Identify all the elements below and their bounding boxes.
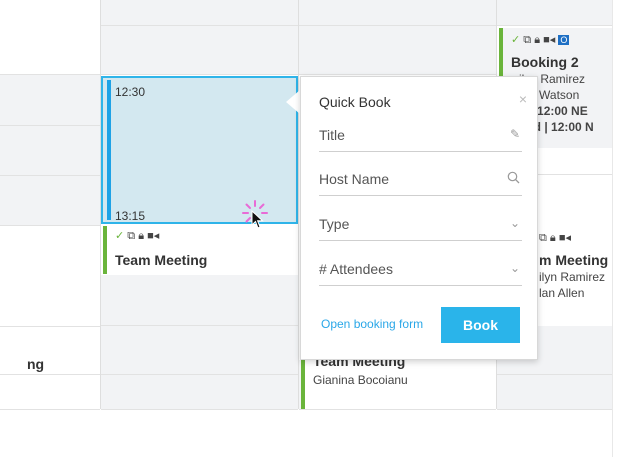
event-detail-line: lan Allen: [539, 286, 585, 300]
grid-line: [0, 125, 100, 126]
event-icons: ✓ ⧉ 🔒︎ ■◂ O: [511, 33, 570, 47]
popover-arrow: [286, 90, 300, 114]
host-name-placeholder: Host Name: [319, 171, 390, 187]
lock-icon: 🔒︎: [138, 230, 145, 242]
attendees-select[interactable]: # Attendees ⌄: [319, 255, 522, 286]
close-icon[interactable]: ×: [519, 91, 527, 107]
title-placeholder: Title: [319, 127, 345, 143]
title-field[interactable]: Title ✎: [319, 121, 522, 152]
grid-line: [0, 175, 100, 176]
video-icon: ■◂: [147, 230, 160, 242]
selection-accent-bar: [107, 80, 111, 220]
event-icons: ⧉ 🔒︎ ■◂: [539, 231, 571, 245]
quick-book-popover: Quick Book × Title ✎ Host Name Type ⌄ # …: [300, 76, 538, 360]
grid-line: [0, 374, 100, 375]
type-select[interactable]: Type ⌄: [319, 210, 522, 241]
chevron-down-icon: ⌄: [509, 216, 520, 230]
grid-cell[interactable]: [299, 0, 496, 26]
event-detail-line: ilyn Ramirez: [539, 270, 606, 284]
grid-cell[interactable]: [0, 327, 100, 410]
event-title: Team Meeting: [115, 252, 208, 268]
event-icons: ✓ ⧉ 🔒︎ ■◂: [115, 229, 159, 243]
video-icon: ■◂: [558, 232, 572, 244]
mouse-pointer-icon: [251, 210, 264, 229]
grid-cell[interactable]: [101, 375, 298, 410]
selection-end-time: 13:15: [115, 209, 146, 223]
grid-cell[interactable]: [101, 326, 298, 375]
video-icon: ■◂: [543, 34, 556, 46]
duplicate-icon: ⧉: [523, 34, 532, 46]
selection-start-time: 12:30: [115, 85, 146, 99]
grid-cell[interactable]: [101, 275, 298, 326]
grid-cell[interactable]: [101, 0, 298, 26]
duplicate-icon: ⧉: [539, 232, 547, 244]
open-booking-form-link[interactable]: Open booking form: [321, 317, 423, 331]
book-button[interactable]: Book: [441, 307, 520, 343]
right-edge: [612, 0, 629, 457]
event-status-bar: [103, 226, 107, 274]
grid-cell[interactable]: [299, 26, 496, 75]
grid-cell[interactable]: [0, 226, 100, 327]
column-divider: [298, 0, 299, 409]
grid-cell[interactable]: [0, 75, 100, 226]
host-name-field[interactable]: Host Name: [319, 165, 522, 196]
type-placeholder: Type: [319, 216, 350, 232]
duplicate-icon: ⧉: [127, 230, 136, 242]
event-detail-line: Gianina Bocoianu: [313, 373, 408, 387]
pencil-icon: ✎: [509, 127, 520, 141]
check-icon: ✓: [511, 34, 521, 46]
event-team-meeting[interactable]: ✓ ⧉ 🔒︎ ■◂ Team Meeting: [103, 226, 298, 274]
partial-event-label[interactable]: ng: [27, 356, 44, 372]
popover-title: Quick Book: [319, 94, 391, 110]
event-title: m Meeting: [539, 252, 609, 268]
attendees-placeholder: # Attendees: [319, 261, 393, 277]
grid-cell[interactable]: [497, 375, 612, 410]
chevron-down-icon: ⌄: [509, 261, 520, 275]
lock-icon: 🔒︎: [534, 34, 541, 46]
search-icon: [507, 171, 520, 187]
check-icon: ✓: [115, 230, 125, 242]
grid-cell[interactable]: [0, 0, 100, 75]
outlook-icon: O: [558, 35, 570, 45]
grid-cell[interactable]: [497, 0, 612, 26]
grid-cell[interactable]: [101, 26, 298, 75]
calendar-frame: ng 12:30 13:15 ✓ ⧉ 🔒︎ ■◂ Team Meeting ✓ …: [0, 0, 629, 457]
lock-icon: 🔒︎: [549, 232, 556, 244]
event-title: Booking 2: [511, 54, 579, 70]
